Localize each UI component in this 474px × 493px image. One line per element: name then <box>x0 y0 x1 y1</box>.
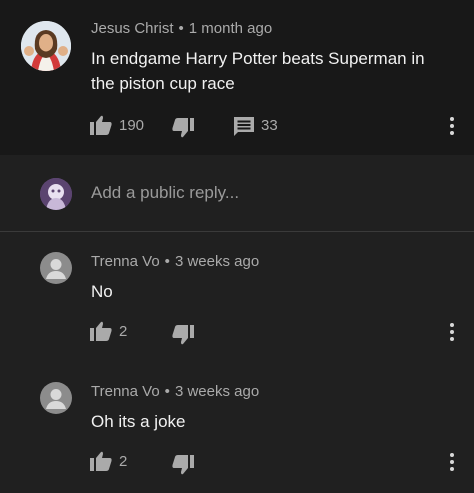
like-count: 2 <box>119 453 128 470</box>
meta-separator: • <box>164 383 170 400</box>
reply-text: No <box>91 282 113 301</box>
reply-time[interactable]: 3 weeks ago <box>175 383 259 400</box>
thumbs-down-icon[interactable] <box>172 455 194 475</box>
reply-author[interactable]: Trenna Vo <box>91 253 160 270</box>
thumbs-up-icon[interactable] <box>90 321 112 341</box>
meta-separator: • <box>164 253 170 270</box>
comment-time[interactable]: 1 month ago <box>189 20 272 37</box>
meta-separator: • <box>178 20 184 37</box>
more-vert-icon[interactable] <box>449 117 455 138</box>
default-avatar-icon[interactable] <box>40 252 72 284</box>
thumbs-up-icon[interactable] <box>90 451 112 471</box>
thumbs-down-icon[interactable] <box>172 325 194 345</box>
reply-input[interactable]: Add a public reply... <box>91 183 239 203</box>
reply-text: Oh its a joke <box>91 412 186 431</box>
reply-time[interactable]: 3 weeks ago <box>175 253 259 270</box>
like-count: 190 <box>119 117 145 134</box>
reply-icon[interactable] <box>234 117 254 136</box>
more-vert-icon[interactable] <box>449 323 455 344</box>
user-avatar <box>40 178 72 210</box>
thumbs-down-icon[interactable] <box>172 118 194 138</box>
comment-author-avatar[interactable] <box>21 21 71 71</box>
thumbs-up-icon[interactable] <box>90 115 112 135</box>
reply-meta: Trenna Vo • 3 weeks ago <box>91 383 259 400</box>
comment-meta: Jesus Christ • 1 month ago <box>91 20 272 37</box>
reply-author[interactable]: Trenna Vo <box>91 383 160 400</box>
default-avatar-icon[interactable] <box>40 382 72 414</box>
reply-count: 33 <box>261 117 278 134</box>
like-count: 2 <box>119 323 128 340</box>
comment-text: In endgame Harry Potter beats Superman i… <box>91 49 425 93</box>
reply-meta: Trenna Vo • 3 weeks ago <box>91 253 259 270</box>
more-vert-icon[interactable] <box>449 453 455 474</box>
comment-author[interactable]: Jesus Christ <box>91 20 174 37</box>
